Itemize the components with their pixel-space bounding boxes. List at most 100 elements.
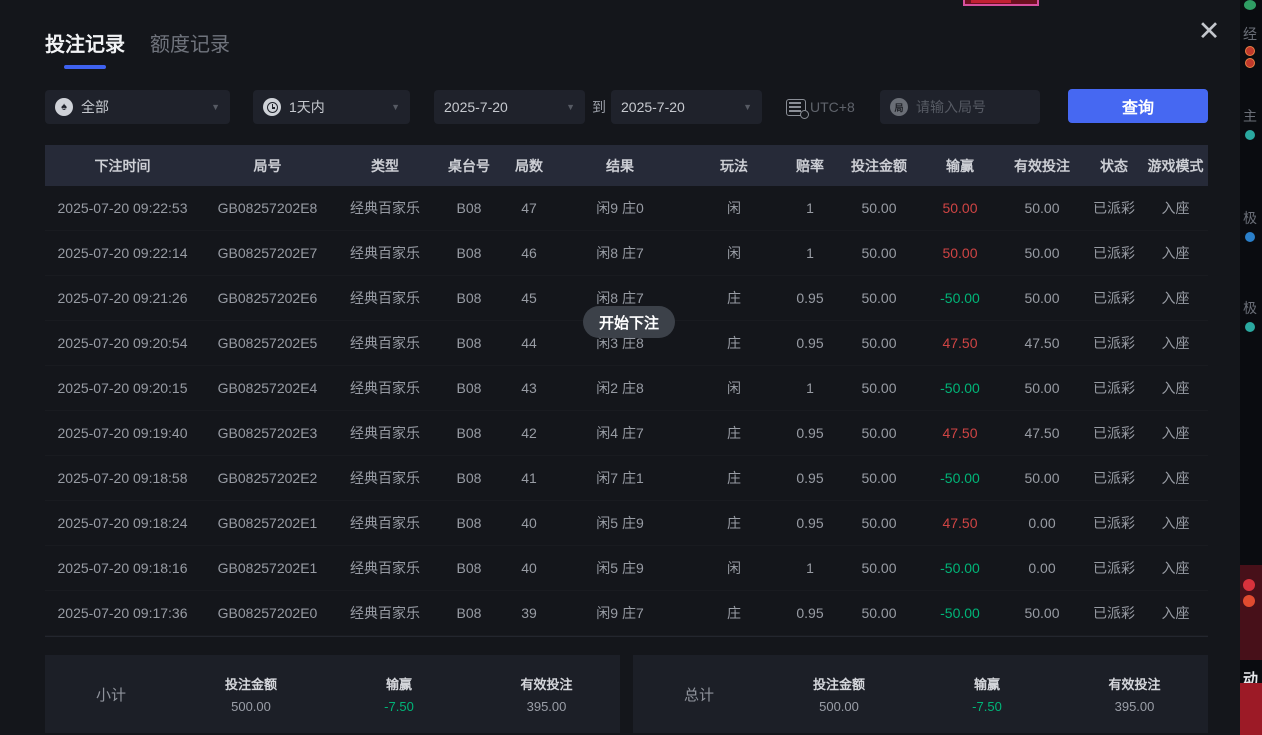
header-bet_amount: 投注金额 xyxy=(837,156,921,176)
lobby-blue-icon xyxy=(1245,232,1255,242)
cell-odds: 0.95 xyxy=(783,605,837,621)
summary-subtotal: 小计 投注金额 500.00 输赢 -7.50 有效投注 395.00 xyxy=(45,655,620,733)
subtotal-bet: 投注金额 500.00 xyxy=(177,674,325,714)
total-winloss: 输赢 -7.50 xyxy=(913,674,1061,714)
cell-odds: 1 xyxy=(783,560,837,576)
game-type-dropdown[interactable]: ♠ 全部 ▼ xyxy=(45,90,230,124)
table-row: 2025-07-20 09:20:15GB08257202E4经典百家乐B084… xyxy=(45,366,1208,411)
date-to-value: 2025-7-20 xyxy=(621,99,685,115)
cell-game_type: 经典百家乐 xyxy=(335,558,435,578)
header-result: 结果 xyxy=(555,156,685,176)
cell-play: 闲 xyxy=(685,378,783,398)
lobby-label: 极 xyxy=(1243,208,1257,228)
cell-play: 闲 xyxy=(685,198,783,218)
cell-play: 庄 xyxy=(685,333,783,353)
cell-table_no: B08 xyxy=(435,515,503,531)
cell-game_type: 经典百家乐 xyxy=(335,513,435,533)
cell-result: 闲5 庄9 xyxy=(555,558,685,578)
bet-amount-value: 500.00 xyxy=(765,699,913,714)
tab-bet-records[interactable]: 投注记录 xyxy=(45,28,125,69)
cell-winloss: -50.00 xyxy=(921,470,999,486)
clock-icon xyxy=(263,98,281,116)
cell-time: 2025-07-20 09:17:36 xyxy=(45,605,200,621)
date-from-dropdown[interactable]: 2025-7-20 ▼ xyxy=(434,90,585,124)
valid-bet-label: 有效投注 xyxy=(473,674,620,693)
cell-play: 庄 xyxy=(685,513,783,533)
cell-table_no: B08 xyxy=(435,335,503,351)
round-search-box[interactable]: 局 xyxy=(880,90,1040,124)
winloss-label: 输赢 xyxy=(913,674,1061,693)
cell-result: 闲4 庄7 xyxy=(555,423,685,443)
close-icon[interactable]: ✕ xyxy=(1194,16,1224,46)
game-type-value: 全部 xyxy=(81,97,109,117)
cell-winloss: -50.00 xyxy=(921,560,999,576)
cell-odds: 1 xyxy=(783,200,837,216)
cell-round_no: 40 xyxy=(503,515,555,531)
table-row: 2025-07-20 09:19:40GB08257202E3经典百家乐B084… xyxy=(45,411,1208,456)
cell-mode: 入座 xyxy=(1143,423,1208,443)
cell-result: 闲5 庄9 xyxy=(555,513,685,533)
cell-round_no: 40 xyxy=(503,560,555,576)
cell-valid_bet: 50.00 xyxy=(999,380,1085,396)
valid-bet-value: 395.00 xyxy=(473,699,620,714)
date-to-separator: 到 xyxy=(592,90,606,124)
tab-quota-records[interactable]: 额度记录 xyxy=(150,28,230,69)
tab-label: 投注记录 xyxy=(45,34,125,56)
bet-amount-label: 投注金额 xyxy=(177,674,325,693)
cell-mode: 入座 xyxy=(1143,288,1208,308)
cell-mode: 入座 xyxy=(1143,513,1208,533)
cell-time: 2025-07-20 09:20:54 xyxy=(45,335,200,351)
cell-winloss: 47.50 xyxy=(921,515,999,531)
cell-bet_amount: 50.00 xyxy=(837,335,921,351)
modal-tabs: 投注记录 额度记录 xyxy=(45,28,230,69)
cell-time: 2025-07-20 09:22:53 xyxy=(45,200,200,216)
cell-round_no: 42 xyxy=(503,425,555,441)
cell-status: 已派彩 xyxy=(1085,198,1143,218)
cell-round_id: GB08257202E1 xyxy=(200,560,335,576)
query-button[interactable]: 查询 xyxy=(1068,89,1208,123)
lobby-label: 主 xyxy=(1243,106,1257,126)
cell-valid_bet: 47.50 xyxy=(999,425,1085,441)
cell-winloss: -50.00 xyxy=(921,290,999,306)
table-row: 2025-07-20 09:17:36GB08257202E0经典百家乐B083… xyxy=(45,591,1208,636)
cell-table_no: B08 xyxy=(435,290,503,306)
cell-odds: 0.95 xyxy=(783,290,837,306)
cell-result: 闲9 庄0 xyxy=(555,198,685,218)
summary-total: 总计 投注金额 500.00 输赢 -7.50 有效投注 395.00 xyxy=(633,655,1208,733)
subtotal-valid: 有效投注 395.00 xyxy=(473,674,620,714)
cell-winloss: 47.50 xyxy=(921,335,999,351)
date-from-value: 2025-7-20 xyxy=(444,99,508,115)
cell-table_no: B08 xyxy=(435,200,503,216)
cell-result: 闲2 庄8 xyxy=(555,378,685,398)
active-tab-underline xyxy=(64,65,106,69)
cell-round_id: GB08257202E0 xyxy=(200,605,335,621)
header-game_type: 类型 xyxy=(335,156,435,176)
cell-table_no: B08 xyxy=(435,605,503,621)
bet-amount-label: 投注金额 xyxy=(765,674,913,693)
cell-round_id: GB08257202E6 xyxy=(200,290,335,306)
header-valid_bet: 有效投注 xyxy=(999,156,1085,176)
cell-winloss: 50.00 xyxy=(921,245,999,261)
betting-records-modal: 投注记录 额度记录 ✕ ♠ 全部 ▼ 1天内 ▼ 2025-7-20 ▼ 到 2… xyxy=(0,0,1240,735)
lobby-label: 极 xyxy=(1243,298,1257,318)
cell-mode: 入座 xyxy=(1143,603,1208,623)
time-range-dropdown[interactable]: 1天内 ▼ xyxy=(253,90,410,124)
cell-play: 庄 xyxy=(685,423,783,443)
header-odds: 赔率 xyxy=(783,156,837,176)
cell-mode: 入座 xyxy=(1143,333,1208,353)
cell-table_no: B08 xyxy=(435,245,503,261)
date-to-dropdown[interactable]: 2025-7-20 ▼ xyxy=(611,90,762,124)
partial-top-badge xyxy=(963,0,1039,6)
cell-mode: 入座 xyxy=(1143,558,1208,578)
cell-time: 2025-07-20 09:22:14 xyxy=(45,245,200,261)
cell-play: 庄 xyxy=(685,603,783,623)
cell-bet_amount: 50.00 xyxy=(837,470,921,486)
round-search-input[interactable] xyxy=(916,99,1030,115)
cell-time: 2025-07-20 09:18:24 xyxy=(45,515,200,531)
cell-game_type: 经典百家乐 xyxy=(335,288,435,308)
cell-time: 2025-07-20 09:20:15 xyxy=(45,380,200,396)
time-range-value: 1天内 xyxy=(289,97,325,117)
timezone-indicator[interactable]: UTC+8 xyxy=(786,90,855,124)
chevron-down-icon: ▼ xyxy=(743,102,752,112)
total-valid: 有效投注 395.00 xyxy=(1061,674,1208,714)
